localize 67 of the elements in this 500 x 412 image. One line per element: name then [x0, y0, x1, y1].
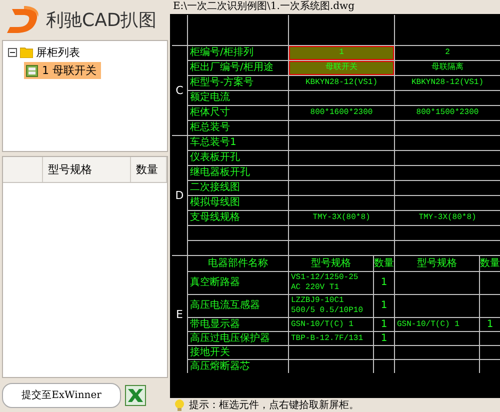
tree-item[interactable]: 屏柜列表: [36, 45, 80, 60]
minus-icon: [9, 49, 16, 56]
collapse-toggle[interactable]: [8, 48, 17, 57]
table-cell: [480, 332, 500, 345]
cell-value: 2: [445, 48, 450, 58]
table-cell: [480, 346, 500, 359]
cell-value: KBKYN28-12(VS1): [305, 78, 378, 88]
part-quantity: 1: [480, 318, 500, 331]
table-cell: [480, 272, 500, 294]
part-spec: LZZBJ9-10C1 500/5 0.5/10P10: [291, 296, 364, 316]
cell-value: KBKYN28-12(VS1): [411, 78, 484, 88]
cell-value: 母联开关: [326, 63, 358, 73]
row-label: 柜总装号: [188, 121, 288, 135]
cell-value: TMY-3X(80*8): [312, 213, 370, 223]
part-name: 高压过电压保护器: [188, 332, 288, 345]
column-header: 电器部件名称: [188, 256, 288, 271]
row-label: 额定电流: [188, 91, 288, 105]
row-label: 支母线规格: [188, 211, 288, 225]
column-header: 型号规格: [289, 256, 373, 271]
row-label: 柜编号/柜排列: [188, 46, 288, 60]
column-header: 数量: [374, 256, 394, 271]
column-header: 型号规格: [395, 256, 479, 271]
part-spec: GSN-10/T(C) 1: [291, 320, 354, 330]
status-hint: 提示：框选元件，点右键拾取新屏柜。: [189, 398, 359, 412]
table-cell: [480, 295, 500, 317]
part-quantity: 1: [374, 295, 394, 317]
part-quantity: 1: [374, 332, 394, 345]
table-cell: [374, 360, 394, 373]
part-spec: VS1-12/1250-25 AC 220V T1: [291, 273, 360, 293]
part-name: 接地开关: [188, 346, 288, 359]
column-header: 数量: [480, 256, 500, 271]
lightbulb-icon: [174, 399, 185, 411]
part-quantity: 1: [374, 318, 394, 331]
part-name: 真空断路器: [188, 272, 288, 294]
spreadsheet-icon[interactable]: [125, 384, 146, 406]
row-label: 仪表板开孔: [188, 151, 288, 165]
logo-icon: [6, 5, 40, 35]
column-header: 数量: [131, 157, 167, 182]
row-label: 车总装号1: [188, 136, 288, 150]
column-header: 型号规格: [43, 157, 131, 182]
cell-value: 1: [339, 48, 344, 58]
cell-value: 800*1600*2300: [310, 108, 373, 118]
row-label: 柜体尺寸: [188, 106, 288, 120]
section-letter: D: [172, 136, 187, 255]
section-letter: C: [172, 46, 187, 135]
cell-value: 母联隔离: [432, 63, 464, 73]
section-letter: E: [172, 256, 187, 373]
part-quantity: 1: [374, 272, 394, 294]
row-label: 柜出厂编号/柜用途: [188, 61, 288, 75]
part-spec: TBP-B-12.7F/131: [291, 334, 364, 344]
cell-value: 800*1500*2300: [416, 108, 479, 118]
tree-item[interactable]: 1 母联开关: [24, 62, 100, 79]
table-cell: [374, 346, 394, 359]
app-title: 利驰CAD扒图: [46, 9, 157, 32]
row-label: 二次接线图: [188, 181, 288, 195]
part-spec: GSN-10/T(C) 1: [397, 320, 460, 330]
submit-button[interactable]: 提交至ExWinner: [2, 382, 121, 408]
folder-icon: [20, 47, 33, 58]
part-name: 高压电流互感器: [188, 295, 288, 317]
part-name: 高压熔断器芯: [188, 360, 288, 373]
cabinet-icon: [26, 64, 38, 76]
cell-value: TMY-3X(80*8): [418, 213, 476, 223]
row-label: 模拟母线图: [188, 196, 288, 210]
row-label: 柜型号-方案号: [188, 76, 288, 90]
row-label: 继电器板开孔: [188, 166, 288, 180]
file-path: E:\一次二次识别例图\1.一次系统图.dwg: [172, 0, 356, 14]
part-name: 带电显示器: [188, 318, 288, 331]
